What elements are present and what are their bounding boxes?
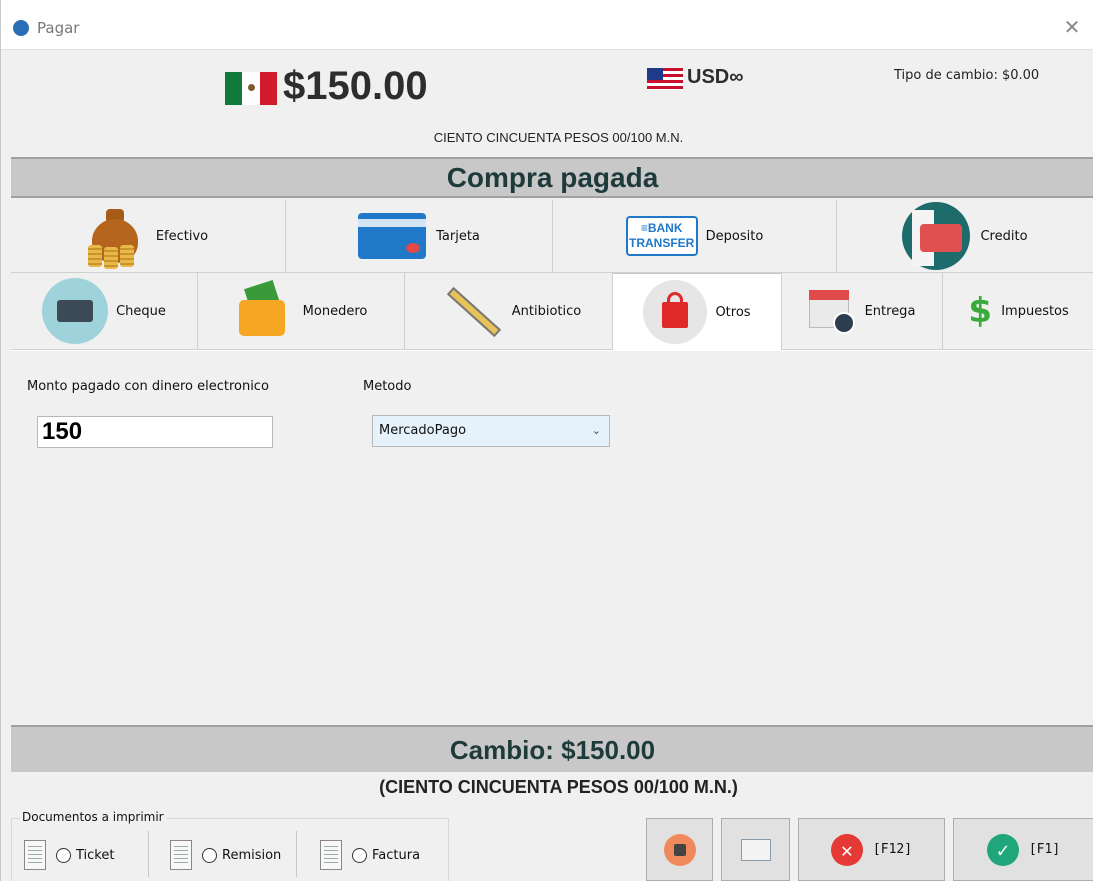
remision-option[interactable]: Remision bbox=[170, 831, 281, 879]
ticket-label: Ticket bbox=[76, 847, 115, 863]
tab-label: Entrega bbox=[864, 303, 916, 319]
cancel-button[interactable]: ✕ [F12] bbox=[798, 818, 945, 881]
tab-otros[interactable]: Otros bbox=[613, 273, 782, 350]
factura-option[interactable]: Factura bbox=[320, 831, 420, 879]
tab-label: Deposito bbox=[705, 228, 764, 244]
ticket-icon bbox=[24, 840, 46, 870]
divider bbox=[296, 831, 297, 877]
factura-icon bbox=[320, 840, 342, 870]
camera-icon bbox=[663, 833, 696, 866]
metodo-label: Metodo bbox=[363, 379, 412, 394]
close-button[interactable]: ✕ bbox=[1058, 14, 1086, 42]
window-title: Pagar bbox=[37, 19, 80, 37]
tab-label: Credito bbox=[980, 228, 1028, 244]
print-documents-group: Documentos a imprimir Ticket Remision Fa… bbox=[11, 810, 449, 881]
remision-label: Remision bbox=[222, 847, 282, 863]
change-words: (CIENTO CINCUENTA PESOS 00/100 M.N.) bbox=[379, 777, 738, 797]
factura-label: Factura bbox=[372, 847, 421, 863]
tab-monedero[interactable]: Monedero bbox=[198, 273, 405, 350]
tab-tarjeta[interactable]: Tarjeta bbox=[286, 200, 553, 273]
check-circle-icon: ✓ bbox=[986, 833, 1019, 866]
usa-flag-icon bbox=[647, 68, 683, 90]
total-amount: $150.00 bbox=[283, 64, 428, 108]
payment-window: Pagar ✕ $150.00 USD∞ Tipo de cambio: $0.… bbox=[0, 0, 1093, 881]
tab-impuestos[interactable]: $ Impuestos bbox=[943, 273, 1093, 350]
email-button[interactable] bbox=[721, 818, 790, 881]
title-bar: Pagar ✕ bbox=[1, 0, 1093, 50]
bank-transfer-icon: ≡BANK TRANSFER bbox=[625, 216, 698, 256]
syringe-icon bbox=[436, 279, 504, 343]
email-icon bbox=[740, 838, 771, 861]
credit-card-receipt-icon bbox=[902, 202, 972, 270]
monto-label: Monto pagado con dinero electronico bbox=[27, 379, 269, 394]
tab-label: Monedero bbox=[302, 303, 368, 319]
ticket-option[interactable]: Ticket bbox=[24, 831, 114, 879]
tab-label: Antibiotico bbox=[511, 303, 582, 319]
wallet-icon bbox=[235, 279, 295, 340]
calendar-clock-icon bbox=[808, 286, 857, 336]
change-banner: Cambio: $150.00 bbox=[11, 725, 1093, 772]
ticket-radio[interactable] bbox=[56, 847, 71, 863]
print-documents-label: Documentos a imprimir bbox=[20, 810, 166, 824]
exchange-rate: Tipo de cambio: $0.00 bbox=[894, 68, 1040, 83]
mexico-flag-icon bbox=[225, 72, 277, 105]
camera-button[interactable] bbox=[646, 818, 713, 881]
status-banner: Compra pagada bbox=[11, 157, 1093, 198]
tab-entrega[interactable]: Entrega bbox=[782, 273, 943, 350]
cheque-icon bbox=[42, 278, 109, 344]
tab-label: Tarjeta bbox=[436, 228, 480, 244]
metodo-selected-value: MercadoPago bbox=[379, 423, 467, 438]
app-icon bbox=[13, 20, 29, 36]
chevron-down-icon: ⌄ bbox=[591, 424, 601, 437]
shopping-bag-icon bbox=[643, 280, 708, 344]
accept-button-label: [F1] bbox=[1028, 842, 1061, 857]
tab-label: Cheque bbox=[116, 303, 166, 319]
remision-icon bbox=[170, 840, 192, 870]
tab-deposito[interactable]: ≡BANK TRANSFER Deposito bbox=[553, 200, 837, 273]
tab-efectivo[interactable]: Efectivo bbox=[11, 200, 286, 273]
close-circle-icon: ✕ bbox=[830, 833, 863, 866]
remision-radio[interactable] bbox=[202, 847, 217, 863]
tab-credito[interactable]: Credito bbox=[837, 200, 1093, 273]
card-icon bbox=[358, 211, 428, 261]
tab-label: Otros bbox=[715, 304, 751, 320]
amount-header: $150.00 USD∞ Tipo de cambio: $0.00 CIENT… bbox=[1, 50, 1093, 155]
divider bbox=[148, 831, 149, 877]
dollar-icon: $ bbox=[968, 291, 993, 331]
money-bag-icon bbox=[87, 205, 148, 269]
payment-tabs-row-2: Cheque Monedero Antibiotico Otros Entreg… bbox=[11, 273, 1093, 350]
payment-tabs-row-1: Efectivo Tarjeta ≡BANK TRANSFER Deposito … bbox=[11, 200, 1093, 273]
monto-input[interactable]: 150 bbox=[37, 416, 273, 448]
otros-tab-content: Monto pagado con dinero electronico Meto… bbox=[11, 350, 1093, 725]
tab-label: Impuestos bbox=[1001, 303, 1069, 319]
tab-cheque[interactable]: Cheque bbox=[11, 273, 198, 350]
metodo-select[interactable]: MercadoPago ⌄ bbox=[372, 415, 610, 447]
tab-antibiotico[interactable]: Antibiotico bbox=[405, 273, 613, 350]
accept-button[interactable]: ✓ [F1] bbox=[953, 818, 1093, 881]
currency-label: USD∞ bbox=[687, 66, 744, 88]
tab-label: Efectivo bbox=[155, 228, 209, 244]
factura-radio[interactable] bbox=[352, 847, 367, 863]
amount-words: CIENTO CINCUENTA PESOS 00/100 M.N. bbox=[433, 130, 684, 145]
cancel-button-label: [F12] bbox=[872, 842, 913, 857]
